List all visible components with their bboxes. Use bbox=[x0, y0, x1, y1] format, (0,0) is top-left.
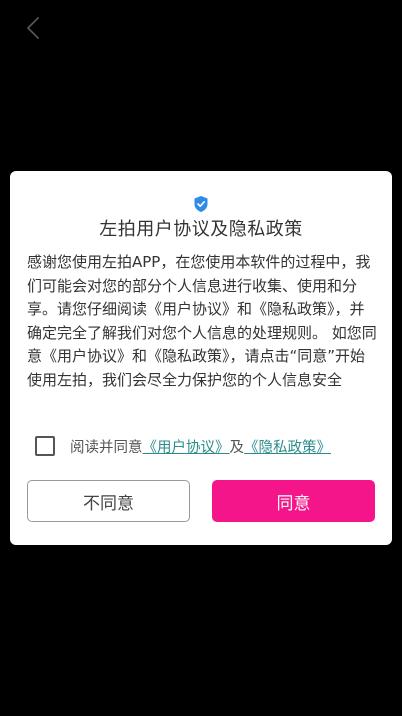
shield-check-icon bbox=[194, 196, 208, 212]
dialog-body-text: 感谢您使用左拍APP，在您使用本软件的过程中，我们可能会对您的部分个人信息进行收… bbox=[27, 253, 377, 389]
dialog-title: 左拍用户协议及隐私政策 bbox=[99, 219, 303, 240]
agree-button[interactable]: 同意 bbox=[212, 480, 375, 522]
screen: 左拍用户协议及隐私政策 感谢您使用左拍APP，在您使用本软件的过程中，我们可能会… bbox=[0, 0, 402, 716]
privacy-dialog: 左拍用户协议及隐私政策 感谢您使用左拍APP，在您使用本软件的过程中，我们可能会… bbox=[10, 171, 392, 545]
and-text: 及 bbox=[229, 439, 245, 456]
agreement-text: 阅读并同意《用户协议》及《隐私政策》 bbox=[70, 436, 331, 457]
chevron-left-icon bbox=[27, 17, 39, 39]
back-button[interactable] bbox=[20, 14, 46, 42]
agree-prefix: 阅读并同意 bbox=[70, 439, 143, 456]
agreement-row: 阅读并同意《用户协议》及《隐私政策》 bbox=[35, 435, 331, 457]
privacy-policy-link[interactable]: 《隐私政策》 bbox=[244, 440, 331, 456]
user-agreement-link[interactable]: 《用户协议》 bbox=[143, 440, 230, 456]
agree-checkbox[interactable] bbox=[35, 436, 55, 456]
disagree-button[interactable]: 不同意 bbox=[27, 480, 190, 522]
